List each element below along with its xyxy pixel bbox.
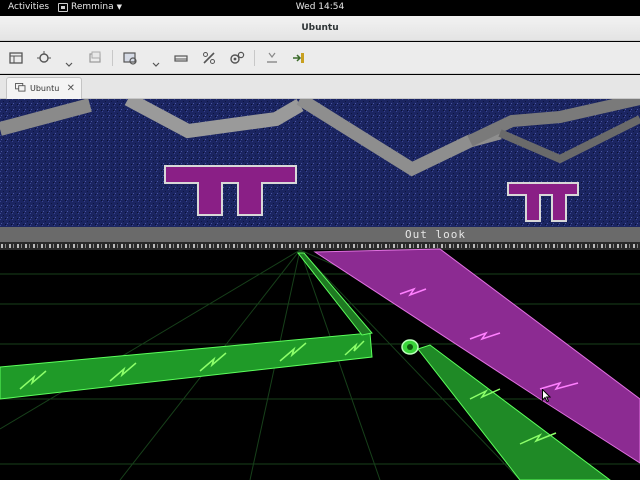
close-icon[interactable]: ✕ xyxy=(67,83,75,94)
scaling-icon[interactable] xyxy=(35,49,53,67)
minimize-icon[interactable] xyxy=(263,49,281,67)
gnome-top-bar: Activities Remmina ▼ Wed 14:54 xyxy=(0,0,640,16)
view-only-icon[interactable] xyxy=(172,49,190,67)
tools-icon[interactable] xyxy=(200,49,218,67)
toggle-fullscreen-icon[interactable] xyxy=(7,49,25,67)
wall-bits xyxy=(0,242,640,250)
quality-icon[interactable] xyxy=(121,49,139,67)
remote-desktop-icon xyxy=(15,83,26,94)
game-scene xyxy=(0,99,640,480)
grab-keyboard-icon[interactable] xyxy=(86,49,104,67)
window-title-bar[interactable]: Ubuntu xyxy=(0,16,640,41)
tab-label: Ubuntu xyxy=(30,84,60,93)
toolbar-separator xyxy=(254,50,255,66)
scaling-dropdown-icon[interactable] xyxy=(65,54,73,67)
tab-strip: Ubuntu ✕ xyxy=(0,75,640,99)
remmina-toolbar xyxy=(0,42,640,74)
clock[interactable]: Wed 14:54 xyxy=(0,2,640,12)
disconnect-icon[interactable] xyxy=(290,49,308,67)
window-title: Ubuntu xyxy=(301,23,339,33)
light-cycle xyxy=(401,339,419,355)
preferences-icon[interactable] xyxy=(228,49,246,67)
remote-desktop-view[interactable]: Out look xyxy=(0,99,640,480)
toolbar-separator xyxy=(112,50,113,66)
hud-text: Out look xyxy=(405,228,466,241)
quality-dropdown-icon[interactable] xyxy=(152,54,160,67)
tab-ubuntu[interactable]: Ubuntu ✕ xyxy=(6,77,82,99)
